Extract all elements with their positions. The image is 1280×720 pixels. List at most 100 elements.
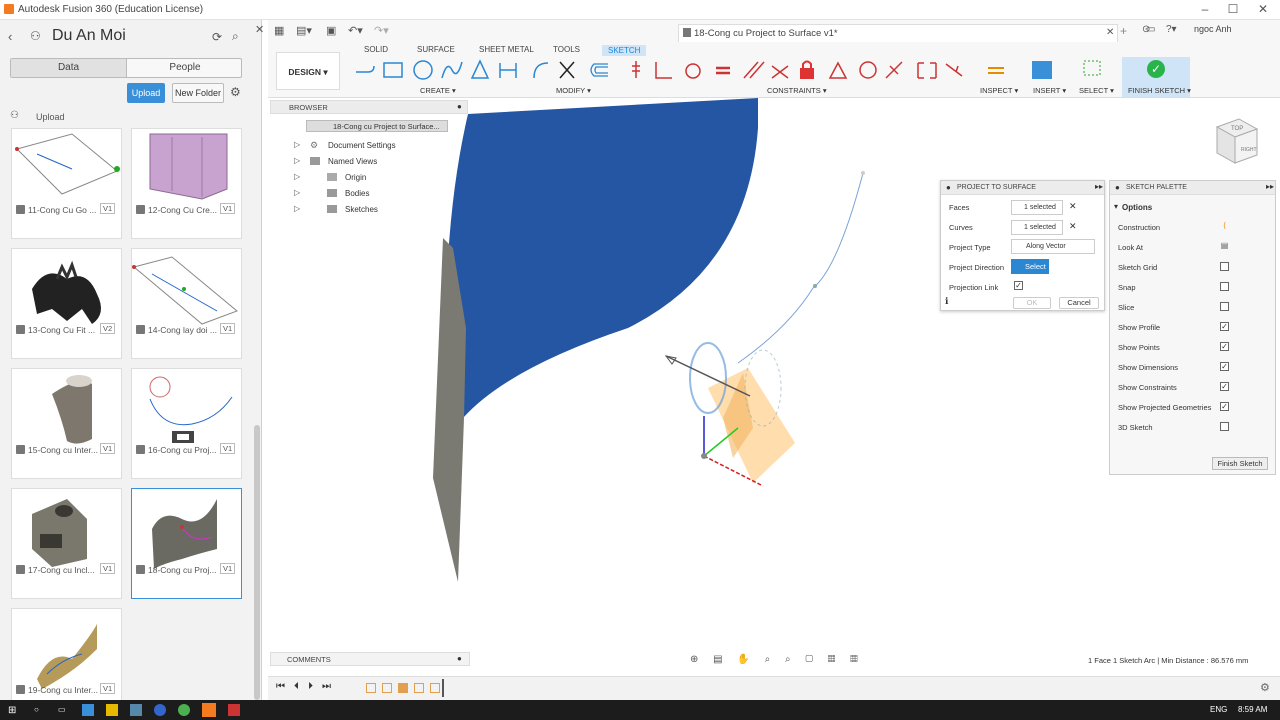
tab-surface[interactable]: SURFACE: [417, 45, 455, 54]
search-icon[interactable]: ○: [34, 705, 39, 714]
expand-icon[interactable]: ▷: [294, 188, 300, 197]
curves-selection[interactable]: 1 selected: [1011, 220, 1063, 235]
app-icon[interactable]: [228, 704, 240, 716]
collapse-options-icon[interactable]: ▾: [1114, 202, 1118, 211]
undo-icon[interactable]: ↶▾: [348, 24, 363, 37]
version-badge[interactable]: V1: [100, 443, 116, 454]
minimize-icon[interactable]: –: [1198, 2, 1212, 16]
dialog-header[interactable]: ● PROJECT TO SURFACE ▸▸: [941, 181, 1104, 195]
projection-link-checkbox[interactable]: ✓: [1014, 281, 1023, 290]
close-window-icon[interactable]: ✕: [1256, 2, 1270, 16]
task-view-icon[interactable]: ▭: [58, 705, 66, 714]
expand-palette-icon[interactable]: ▸▸: [1266, 182, 1274, 191]
workspace-switcher[interactable]: DESIGN ▾: [276, 52, 340, 90]
project-type-dropdown[interactable]: Along Vector: [1011, 239, 1095, 254]
maximize-icon[interactable]: ☐: [1226, 2, 1240, 16]
breadcrumb[interactable]: Upload: [36, 112, 65, 122]
timeline-features[interactable]: [366, 683, 442, 694]
version-badge[interactable]: V1: [220, 203, 236, 214]
browser-pin-icon[interactable]: ●: [457, 102, 462, 111]
back-icon[interactable]: ‹: [8, 29, 12, 44]
user-name[interactable]: ngoc Anh: [1194, 24, 1232, 34]
list-item[interactable]: 17-Cong cu Incl... V1: [11, 488, 122, 599]
palette-option-checkbox[interactable]: ✓: [1220, 402, 1229, 411]
expand-icon[interactable]: ▷: [294, 204, 300, 213]
tree-origin[interactable]: Origin: [345, 173, 366, 182]
version-badge[interactable]: V1: [100, 563, 116, 574]
palette-option-checkbox[interactable]: ✓: [1220, 362, 1229, 371]
palette-option-checkbox[interactable]: [1220, 262, 1229, 271]
tab-sketch[interactable]: SKETCH: [602, 45, 647, 56]
list-item[interactable]: 16-Cong cu Proj... V1: [131, 368, 242, 479]
modify-menu[interactable]: MODIFY ▾: [556, 86, 591, 95]
version-badge[interactable]: V1: [100, 203, 116, 214]
explorer-icon[interactable]: [106, 704, 118, 716]
version-badge[interactable]: V1: [220, 563, 236, 574]
list-item-selected[interactable]: 18-Cong cu Proj... V1: [131, 488, 242, 599]
search-icon[interactable]: ⌕: [232, 29, 239, 44]
constraints-menu[interactable]: CONSTRAINTS ▾: [767, 86, 827, 95]
windows-start-icon[interactable]: ⊞: [8, 705, 16, 716]
tab-data[interactable]: Data: [11, 59, 127, 77]
close-panel-icon[interactable]: ✕: [255, 23, 264, 36]
select-menu[interactable]: SELECT ▾: [1079, 86, 1114, 95]
version-badge[interactable]: V2: [100, 323, 116, 334]
grid-menu-icon[interactable]: ▦: [274, 24, 284, 37]
expand-icon[interactable]: ▷: [294, 140, 300, 149]
timeline-settings-icon[interactable]: ⚙: [1260, 681, 1270, 694]
clear-faces-icon[interactable]: ✕: [1069, 201, 1077, 212]
tab-sheet-metal[interactable]: SHEET METAL: [479, 45, 534, 54]
inspect-menu[interactable]: INSPECT ▾: [980, 86, 1018, 95]
redo-icon[interactable]: ↷▾: [374, 24, 389, 37]
version-badge[interactable]: V1: [100, 683, 116, 694]
language-indicator[interactable]: ENG: [1210, 705, 1227, 714]
finish-sketch-menu[interactable]: FINISH SKETCH ▾: [1128, 86, 1191, 95]
insert-menu[interactable]: INSERT ▾: [1033, 86, 1066, 95]
direction-select-button[interactable]: Select: [1011, 259, 1049, 274]
construction-icon[interactable]: ⟨: [1220, 222, 1229, 231]
file-icon[interactable]: ▤▾: [296, 24, 312, 37]
new-tab-icon[interactable]: +: [1120, 24, 1127, 38]
list-item[interactable]: 15-Cong cu Inter... V1: [11, 368, 122, 479]
upload-button[interactable]: Upload: [127, 83, 165, 103]
expand-icon[interactable]: ▷: [294, 156, 300, 165]
tab-people[interactable]: People: [127, 59, 243, 77]
ok-button[interactable]: OK: [1013, 297, 1051, 309]
help-icon[interactable]: ?▾: [1166, 24, 1177, 35]
browser-root-node[interactable]: 18-Cong cu Project to Surface...: [306, 120, 448, 132]
navigation-bar[interactable]: ⊕ ▤ ✋ ⌕ ⌕ ▢ ▦ ▦: [690, 654, 864, 665]
settings-gear-icon[interactable]: ⚙: [230, 85, 241, 99]
palette-option-checkbox[interactable]: ✓: [1220, 342, 1229, 351]
tree-named-views[interactable]: Named Views: [328, 157, 377, 166]
comments-panel[interactable]: COMMENTS ●: [270, 652, 470, 666]
browser-header[interactable]: BROWSER ●: [270, 100, 468, 114]
fusion-taskbar-icon[interactable]: [202, 703, 216, 717]
app-icon[interactable]: [154, 704, 166, 716]
cancel-button[interactable]: Cancel: [1059, 297, 1099, 309]
create-menu[interactable]: CREATE ▾: [420, 86, 456, 95]
faces-selection[interactable]: 1 selected: [1011, 200, 1063, 215]
refresh-icon[interactable]: ⟳: [212, 30, 222, 44]
list-item[interactable]: 12-Cong Cu Cre... V1: [131, 128, 242, 239]
version-badge[interactable]: V1: [220, 323, 236, 334]
document-tab[interactable]: 18-Cong cu Project to Surface v1* ✕: [678, 24, 1118, 42]
list-item[interactable]: 13-Cong Cu Fit ... V2: [11, 248, 122, 359]
palette-option-checkbox[interactable]: [1220, 302, 1229, 311]
tree-document-settings[interactable]: Document Settings: [328, 141, 396, 150]
tree-bodies[interactable]: Bodies: [345, 189, 369, 198]
clock[interactable]: 8:59 AM: [1238, 705, 1267, 714]
palette-finish-sketch-button[interactable]: Finish Sketch: [1212, 457, 1268, 470]
scrollbar[interactable]: [254, 425, 260, 700]
palette-option-checkbox[interactable]: [1220, 282, 1229, 291]
list-item[interactable]: 14-Cong lay doi ... V1: [131, 248, 242, 359]
notifications-icon[interactable]: ▭: [1146, 24, 1155, 35]
viewcube[interactable]: TOP RIGHT: [1205, 115, 1263, 173]
timeline-controls[interactable]: ⏮⏴⏵⏭: [276, 681, 340, 692]
info-icon[interactable]: ℹ: [945, 296, 948, 307]
tree-sketches[interactable]: Sketches: [345, 205, 378, 214]
expand-dialog-icon[interactable]: ▸▸: [1095, 182, 1103, 191]
look-at-icon[interactable]: ▤: [1220, 242, 1229, 251]
tab-tools[interactable]: TOOLS: [553, 45, 580, 54]
palette-option-checkbox[interactable]: [1220, 422, 1229, 431]
app-icon[interactable]: [130, 704, 142, 716]
